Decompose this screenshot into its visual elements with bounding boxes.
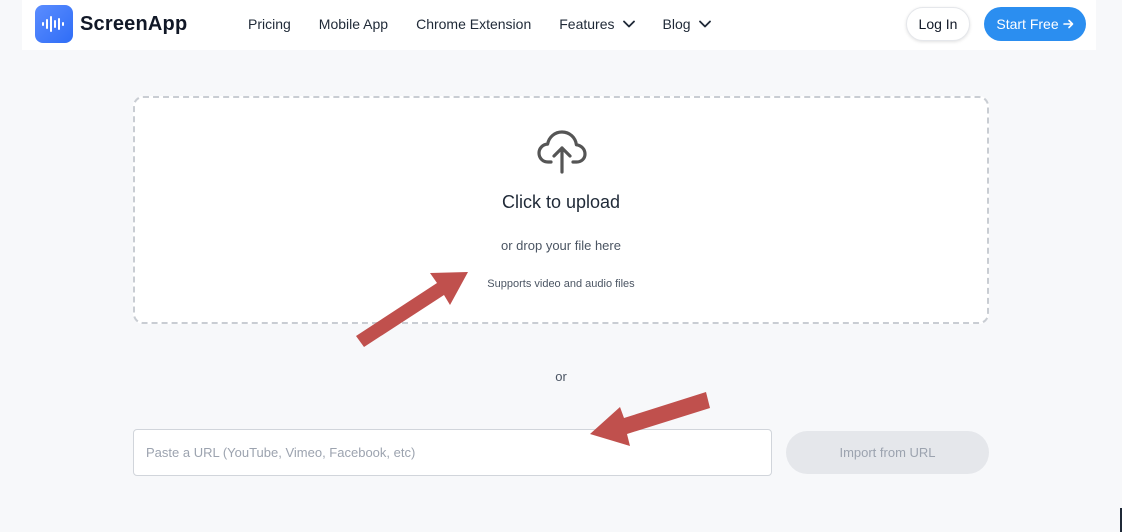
brand-name: ScreenApp	[80, 12, 188, 35]
nav-item-label: Blog	[662, 16, 691, 32]
start-free-button[interactable]: Start Free	[984, 7, 1086, 41]
nav-item-mobile-app[interactable]: Mobile App	[319, 16, 388, 32]
soundwave-logo-icon	[35, 5, 73, 43]
chevron-down-icon	[622, 20, 635, 28]
cloud-upload-icon	[537, 128, 587, 176]
upload-title: Click to upload	[501, 192, 621, 212]
nav-item-label: Pricing	[248, 16, 291, 32]
nav-item-label: Mobile App	[318, 16, 389, 32]
arrow-right-icon	[1062, 19, 1074, 29]
nav-item-label: Features	[559, 16, 615, 32]
page: ScreenApp Pricing Mobile App Chrome Exte…	[0, 0, 1122, 532]
login-button[interactable]: Log In	[906, 7, 970, 41]
upload-subtitle: or drop your file here	[501, 238, 621, 253]
import-from-url-button[interactable]: Import from URL	[786, 431, 989, 474]
nav-item-chrome-extension[interactable]: Chrome Extension	[416, 16, 531, 32]
nav-item-label: Chrome Extension	[416, 16, 532, 32]
file-upload-dropzone[interactable]: Click to upload or drop your file here S…	[133, 96, 989, 324]
nav-item-blog[interactable]: Blog	[663, 16, 711, 32]
start-free-label: Start Free	[996, 16, 1059, 32]
main-nav: Pricing Mobile App Chrome Extension Feat…	[248, 0, 739, 48]
top-navigation-bar: ScreenApp Pricing Mobile App Chrome Exte…	[22, 0, 1096, 50]
nav-item-pricing[interactable]: Pricing	[248, 16, 291, 32]
nav-item-features[interactable]: Features	[559, 16, 635, 32]
url-input[interactable]	[133, 429, 772, 476]
brand-logo-link[interactable]: ScreenApp	[35, 5, 187, 43]
chevron-down-icon	[698, 20, 711, 28]
or-divider-text: or	[555, 369, 567, 384]
supported-formats-note: Supports video and audio files	[487, 278, 635, 290]
